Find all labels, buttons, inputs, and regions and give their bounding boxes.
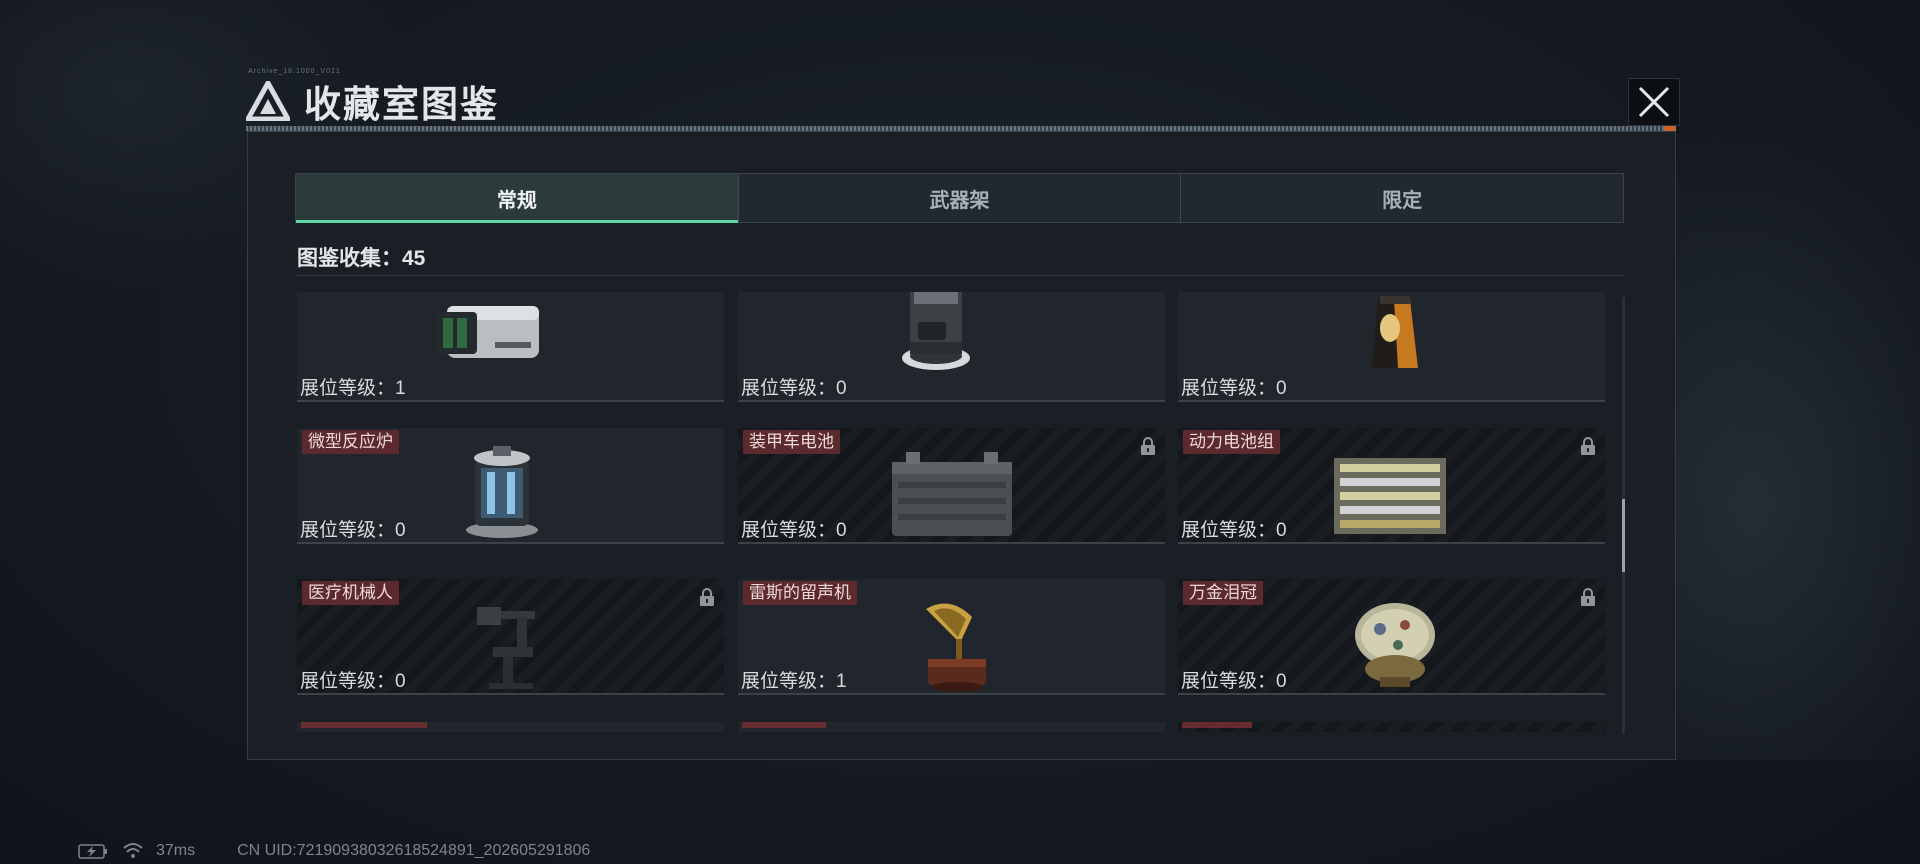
- collection-panel: 常规 武器架 限定 图鉴收集：45 展位等级：1 展位等级：0 展位等级：0 微…: [247, 131, 1676, 760]
- collection-count-value: 45: [402, 247, 426, 270]
- robot-vacuum-dock-icon: [902, 292, 970, 370]
- card-name-edge: [1182, 722, 1252, 728]
- tab-bar: 常规 武器架 限定: [295, 173, 1624, 223]
- medical-robot-icon: [477, 607, 535, 689]
- card-name: 雷斯的留声机: [743, 581, 857, 605]
- card-underline: [738, 542, 1165, 544]
- lock-icon: [1581, 437, 1595, 455]
- card-level: 展位等级：0: [741, 520, 847, 541]
- wifi-icon: [123, 843, 143, 858]
- delta-logo-icon: [246, 81, 290, 121]
- tab-weapon-rack[interactable]: 武器架: [737, 174, 1181, 222]
- card-name: 动力电池组: [1183, 430, 1280, 454]
- lock-icon: [700, 588, 714, 606]
- card-name: 医疗机械人: [302, 581, 399, 605]
- card-level: 展位等级：1: [741, 671, 847, 692]
- item-card[interactable]: 展位等级：0: [738, 292, 1165, 402]
- coffee-bag-icon: [1372, 296, 1418, 368]
- item-card-partial[interactable]: [297, 722, 724, 732]
- card-underline: [738, 400, 1165, 402]
- page-title: 收藏室图鉴: [304, 84, 499, 125]
- card-name: 万金泪冠: [1183, 581, 1263, 605]
- card-underline: [297, 400, 724, 402]
- item-card-partial[interactable]: [738, 722, 1165, 732]
- uid-text: CN UID:72190938032618524891_202605291806: [237, 842, 591, 859]
- card-underline: [297, 542, 724, 544]
- lock-icon: [1141, 437, 1155, 455]
- item-card[interactable]: 雷斯的留声机 展位等级：1: [738, 579, 1165, 695]
- projector-device-icon: [437, 306, 539, 358]
- item-card[interactable]: 医疗机械人 展位等级：0: [297, 579, 724, 695]
- lock-icon: [1581, 588, 1595, 606]
- tab-regular[interactable]: 常规: [296, 174, 738, 223]
- card-level: 展位等级：1: [300, 378, 406, 399]
- item-grid[interactable]: 展位等级：1 展位等级：0 展位等级：0 微型反应炉 展位等级：0 装甲车电池 …: [297, 292, 1627, 732]
- card-underline: [1178, 400, 1605, 402]
- item-card[interactable]: 展位等级：0: [1178, 292, 1605, 402]
- card-level: 展位等级：0: [1181, 671, 1287, 692]
- item-card[interactable]: 展位等级：1: [297, 292, 724, 402]
- title-bar: 收藏室图鉴: [246, 76, 499, 126]
- item-card-partial[interactable]: [1178, 722, 1605, 732]
- close-button[interactable]: [1628, 78, 1680, 126]
- item-card[interactable]: 微型反应炉 展位等级：0: [297, 428, 724, 544]
- tab-limited[interactable]: 限定: [1180, 174, 1623, 222]
- grid-scrollbar[interactable]: [1622, 297, 1625, 734]
- card-underline: [297, 693, 724, 695]
- card-level: 展位等级：0: [741, 378, 847, 399]
- item-card[interactable]: 万金泪冠 展位等级：0: [1178, 579, 1605, 695]
- ping-value: 37ms: [156, 842, 196, 859]
- collection-count: 图鉴收集：45: [297, 242, 425, 272]
- item-card[interactable]: 动力电池组 展位等级：0: [1178, 428, 1605, 544]
- status-bar: 37ms CN UID:72190938032618524891_2026052…: [78, 842, 590, 860]
- battery-pack-icon: [1334, 458, 1446, 534]
- card-name: 微型反应炉: [302, 430, 399, 454]
- close-icon: [1638, 86, 1670, 118]
- collection-count-label: 图鉴收集：: [297, 247, 402, 270]
- battery-charging-icon: [78, 843, 107, 859]
- card-level: 展位等级：0: [300, 520, 406, 541]
- card-underline: [1178, 693, 1605, 695]
- card-underline: [1178, 542, 1605, 544]
- card-name: 装甲车电池: [743, 430, 840, 454]
- count-divider: [295, 275, 1624, 276]
- card-level: 展位等级：0: [1181, 378, 1287, 399]
- vehicle-battery-icon: [892, 452, 1012, 536]
- gramophone-icon: [926, 603, 986, 692]
- card-name-edge: [301, 722, 427, 728]
- card-level: 展位等级：0: [1181, 520, 1287, 541]
- micro-reactor-icon: [466, 446, 538, 538]
- card-name-edge: [742, 722, 826, 728]
- card-level: 展位等级：0: [300, 671, 406, 692]
- jeweled-egg-icon: [1355, 603, 1435, 687]
- scroll-thumb[interactable]: [1622, 499, 1625, 572]
- card-underline: [738, 693, 1165, 695]
- item-card[interactable]: 装甲车电池 展位等级：0: [738, 428, 1165, 544]
